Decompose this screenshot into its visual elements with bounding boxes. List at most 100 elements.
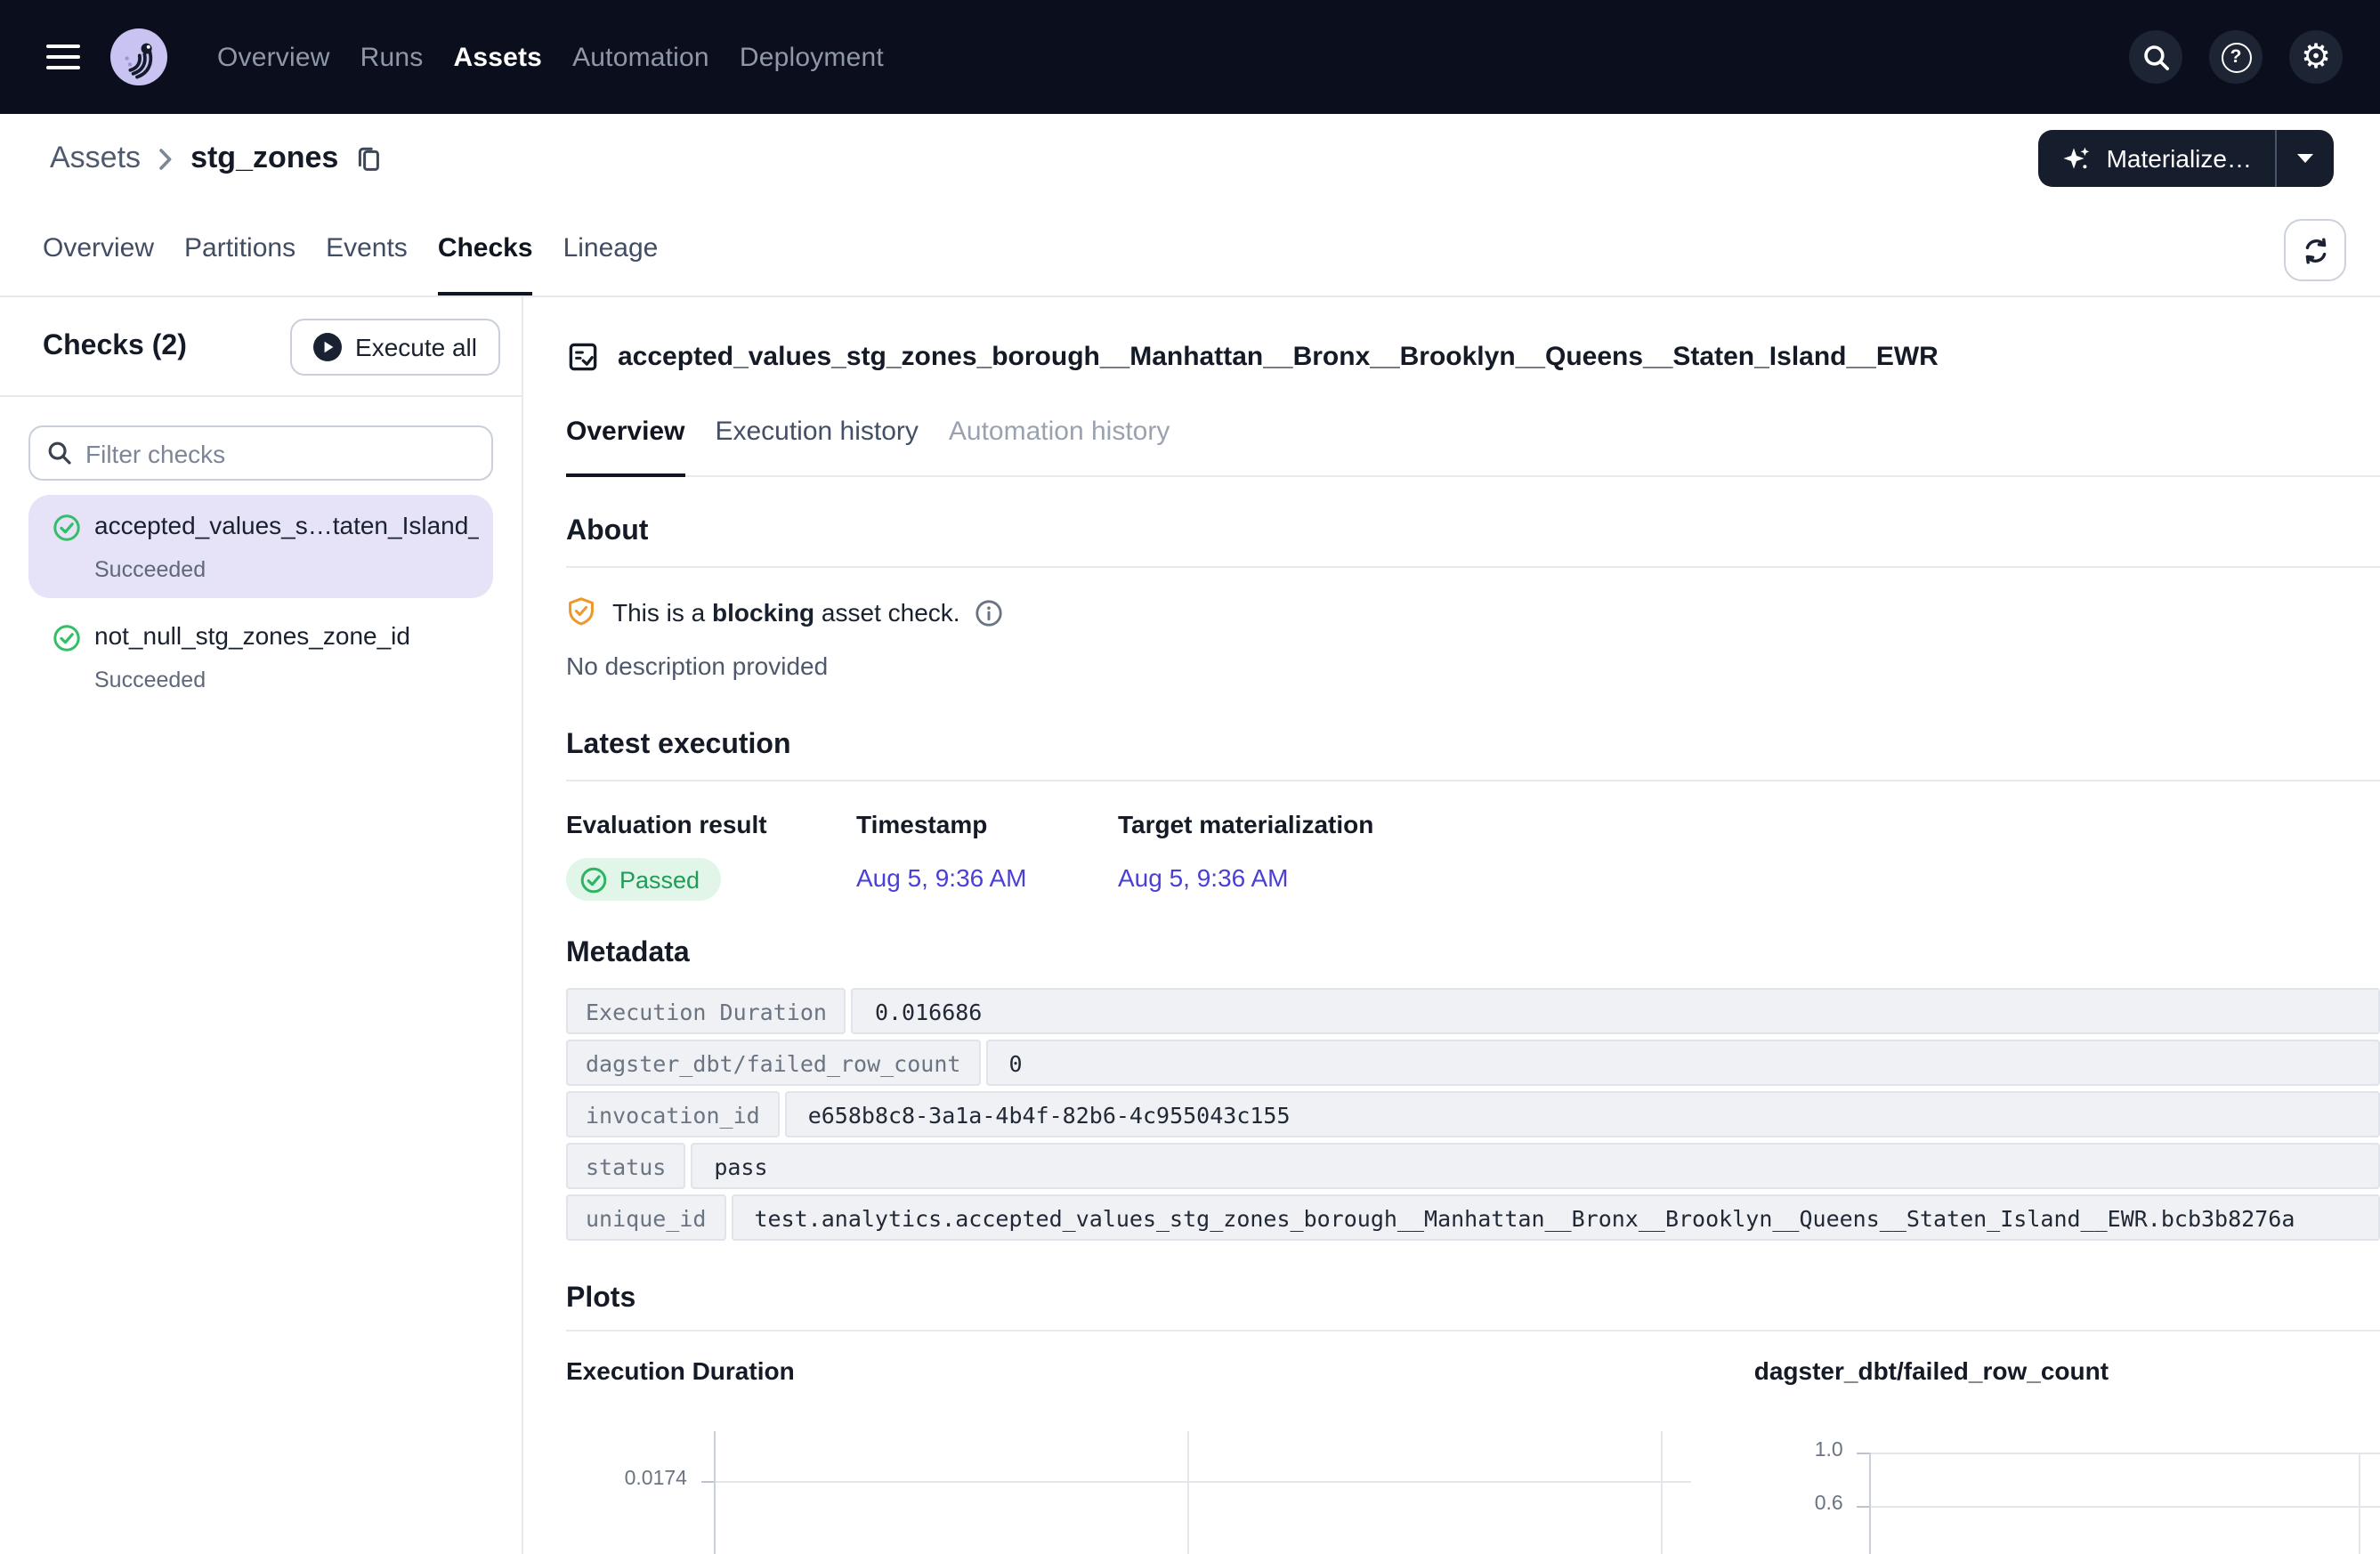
failed-row-count-chart: dagster_dbt/failed_row_count 1.0 0.6 xyxy=(1712,1356,2380,1554)
check-item-name: accepted_values_s…taten_Island_ xyxy=(94,511,479,550)
metadata-key: Execution Duration xyxy=(566,987,846,1033)
menu-icon[interactable] xyxy=(46,44,80,70)
help-button[interactable]: ? xyxy=(2209,30,2263,84)
plots-heading: Plots xyxy=(566,1283,2380,1315)
metadata-value: test.analytics.accepted_values_stg_zones… xyxy=(731,1194,2380,1240)
section-divider xyxy=(566,1329,2380,1331)
breadcrumb-row: Assets stg_zones Materialize… xyxy=(0,114,2380,203)
materialize-label: Materialize… xyxy=(2107,144,2252,173)
section-divider xyxy=(566,780,2380,781)
tab-events[interactable]: Events xyxy=(326,203,408,295)
copy-icon[interactable] xyxy=(354,143,383,174)
search-icon xyxy=(2141,42,2171,72)
primary-nav: Overview Runs Assets Automation Deployme… xyxy=(217,42,884,72)
y-axis-line xyxy=(1870,1452,1872,1554)
nav-item-deployment[interactable]: Deployment xyxy=(740,42,884,72)
metadata-row: Execution Duration 0.016686 xyxy=(566,987,2380,1033)
metadata-section: Metadata Execution Duration 0.016686 dag… xyxy=(566,937,2380,1240)
execute-all-label: Execute all xyxy=(355,332,477,360)
metadata-row: status pass xyxy=(566,1142,2380,1188)
chart-title: dagster_dbt/failed_row_count xyxy=(1754,1356,2380,1384)
caret-down-icon xyxy=(2296,153,2314,164)
asset-check-icon xyxy=(566,339,600,373)
y-tick xyxy=(1858,1505,1870,1507)
tab-check-overview[interactable]: Overview xyxy=(566,411,684,477)
metadata-value: e658b8c8-3a1a-4b4f-82b6-4c955043c155 xyxy=(785,1090,2380,1137)
gridline xyxy=(1187,1430,1189,1554)
execute-all-button[interactable]: Execute all xyxy=(289,318,500,375)
column-target-materialization: Target materialization xyxy=(1118,810,1373,838)
metadata-key: dagster_dbt/failed_row_count xyxy=(566,1039,980,1085)
metadata-row: unique_id test.analytics.accepted_values… xyxy=(566,1194,2380,1240)
materialize-dropdown-button[interactable] xyxy=(2275,130,2334,187)
help-icon: ? xyxy=(2221,42,2251,72)
checks-count-title: Checks (2) xyxy=(43,330,187,362)
chart-plot-area: 0.0174 xyxy=(566,1430,1692,1554)
settings-button[interactable]: ⚙ xyxy=(2289,30,2343,84)
about-heading: About xyxy=(566,516,2380,548)
nav-item-runs[interactable]: Runs xyxy=(360,42,424,72)
nav-item-overview[interactable]: Overview xyxy=(217,42,330,72)
plots-row: Execution Duration 0.0174 da xyxy=(566,1356,2380,1554)
check-item-status: Succeeded xyxy=(94,557,479,582)
target-materialization-link[interactable]: Aug 5, 9:36 AM xyxy=(1118,864,1288,893)
metadata-value: 0 xyxy=(985,1039,2380,1085)
tab-execution-history[interactable]: Execution history xyxy=(715,411,918,477)
search-icon xyxy=(46,440,73,475)
latest-execution-heading: Latest execution xyxy=(566,730,2380,762)
materialize-button[interactable]: Materialize… xyxy=(2039,130,2275,187)
refresh-button[interactable] xyxy=(2284,219,2346,281)
check-success-icon xyxy=(53,621,94,660)
content-area: Checks (2) Execute all xyxy=(0,297,2380,1554)
metadata-key: unique_id xyxy=(566,1194,725,1240)
nav-item-automation[interactable]: Automation xyxy=(572,42,709,72)
metadata-row: dagster_dbt/failed_row_count 0 xyxy=(566,1039,2380,1085)
metadata-value: 0.016686 xyxy=(852,987,2380,1033)
gridline xyxy=(1872,1505,2380,1507)
checks-panel: Checks (2) Execute all xyxy=(0,297,523,1554)
materialize-split-button: Materialize… xyxy=(2039,130,2334,187)
tab-partitions[interactable]: Partitions xyxy=(184,203,295,295)
gear-icon: ⚙ xyxy=(2301,40,2331,74)
metadata-key: invocation_id xyxy=(566,1090,780,1137)
no-description-text: No description provided xyxy=(566,652,2380,680)
metadata-key: status xyxy=(566,1142,685,1188)
y-tick-label: 0.0174 xyxy=(566,1468,687,1489)
latest-execution-values: Passed Aug 5, 9:36 AM Aug 5, 9:36 AM xyxy=(566,858,2380,902)
blocking-text: This is a blocking asset check. xyxy=(612,598,960,627)
play-circle-icon xyxy=(312,332,341,360)
breadcrumb-assets-link[interactable]: Assets xyxy=(50,141,141,176)
y-tick xyxy=(701,1480,714,1482)
search-button[interactable] xyxy=(2129,30,2182,84)
dagster-app: Overview Runs Assets Automation Deployme… xyxy=(0,0,2380,1554)
latest-execution-headers: Evaluation result Timestamp Target mater… xyxy=(566,810,2380,838)
timestamp-link[interactable]: Aug 5, 9:36 AM xyxy=(856,864,1026,893)
y-tick-label: 1.0 xyxy=(1712,1439,1843,1461)
section-divider xyxy=(566,566,2380,568)
filter-checks-input[interactable] xyxy=(28,425,493,481)
nav-item-assets[interactable]: Assets xyxy=(453,42,542,72)
gridline xyxy=(716,1480,1692,1482)
metadata-heading: Metadata xyxy=(566,937,2380,969)
top-nav: Overview Runs Assets Automation Deployme… xyxy=(0,0,2380,114)
column-evaluation-result: Evaluation result xyxy=(566,810,856,838)
chart-plot-area: 1.0 0.6 xyxy=(1712,1430,2380,1554)
checks-list: accepted_values_s…taten_Island_ Succeede… xyxy=(0,495,522,708)
tab-overview[interactable]: Overview xyxy=(43,203,154,295)
nav-actions: ? ⚙ xyxy=(2129,30,2343,84)
dagster-logo-icon[interactable] xyxy=(110,28,167,85)
column-timestamp: Timestamp xyxy=(856,810,1118,838)
tab-automation-history[interactable]: Automation history xyxy=(949,411,1170,477)
y-tick-label: 0.6 xyxy=(1712,1493,1843,1514)
gridline xyxy=(1872,1452,2380,1453)
check-item-name: not_null_stg_zones_zone_id xyxy=(94,621,479,660)
tab-checks[interactable]: Checks xyxy=(438,203,533,295)
tab-lineage[interactable]: Lineage xyxy=(563,203,659,295)
check-list-item[interactable]: not_null_stg_zones_zone_id Succeeded xyxy=(28,605,493,708)
check-list-item[interactable]: accepted_values_s…taten_Island_ Succeede… xyxy=(28,495,493,598)
filter-checks-field xyxy=(28,425,493,481)
passed-badge: Passed xyxy=(566,858,721,901)
gridline xyxy=(2360,1452,2361,1554)
info-icon[interactable] xyxy=(976,599,1003,626)
chart-title: Execution Duration xyxy=(566,1356,1692,1384)
